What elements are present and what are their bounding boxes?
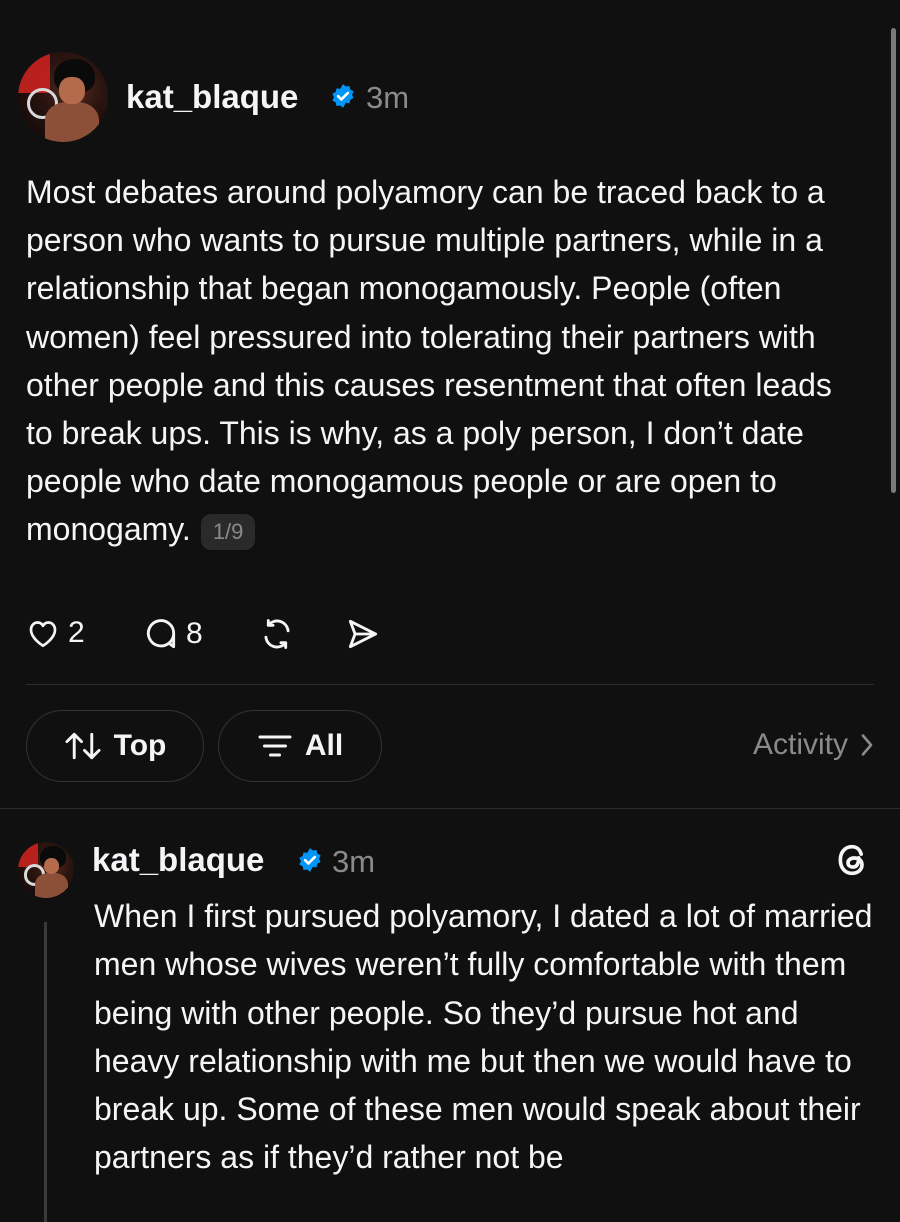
filter-label: All — [304, 729, 344, 762]
reply-username[interactable]: kat_blaque — [92, 841, 264, 879]
like-count: 2 — [68, 616, 85, 649]
post-time: 3m — [366, 80, 410, 115]
verified-icon — [299, 848, 321, 872]
avatar[interactable] — [18, 842, 74, 898]
share-icon — [348, 619, 378, 649]
post-text: Most debates around polyamory can be tra… — [26, 174, 832, 548]
like-button[interactable]: 2 — [24, 615, 85, 651]
activity-label: Activity — [752, 728, 848, 761]
thread-line — [44, 922, 47, 1222]
verified-icon — [332, 84, 354, 108]
filter-icon — [258, 735, 292, 757]
avatar[interactable] — [18, 52, 108, 142]
chevron-right-icon — [861, 734, 873, 756]
activity-link[interactable]: Activity — [753, 728, 874, 762]
heart-icon — [29, 621, 57, 648]
reply-text: When I first pursued polyamory, I dated … — [94, 898, 873, 1176]
repost-icon — [264, 619, 290, 649]
comment-icon — [146, 619, 176, 649]
share-button[interactable] — [344, 615, 382, 653]
comment-button[interactable]: 8 — [142, 615, 203, 653]
sort-label: Top — [113, 729, 167, 762]
post-body: Most debates around polyamory can be tra… — [26, 168, 866, 554]
post-username[interactable]: kat_blaque — [126, 78, 298, 116]
filter-all-button[interactable]: All — [218, 710, 382, 782]
repost-button[interactable] — [258, 615, 296, 653]
sort-top-button[interactable]: Top — [26, 710, 204, 782]
reply-time: 3m — [332, 844, 376, 879]
scrollbar[interactable] — [891, 28, 896, 493]
threads-icon — [838, 844, 864, 876]
divider — [0, 808, 900, 809]
sort-icon — [65, 732, 101, 760]
thread-position-badge: 1/9 — [200, 513, 256, 550]
comment-count: 8 — [186, 617, 203, 650]
divider — [26, 684, 874, 685]
